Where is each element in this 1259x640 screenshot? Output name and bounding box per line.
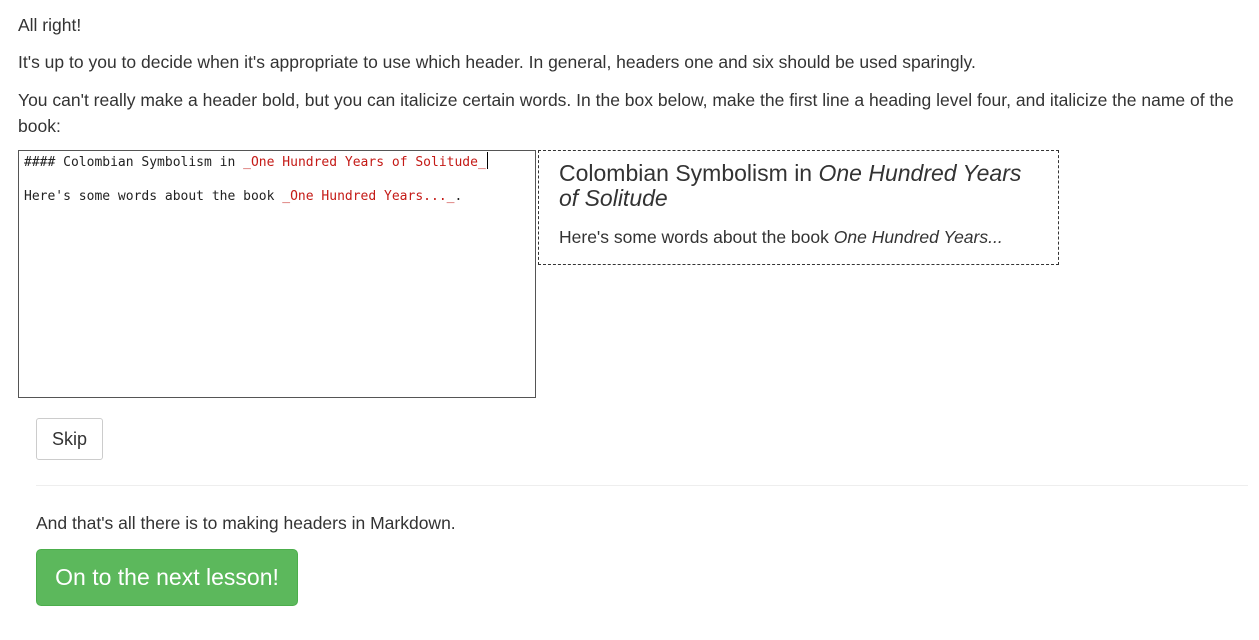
next-lesson-button[interactable]: On to the next lesson!	[36, 549, 298, 606]
preview-heading-text: Colombian Symbolism in	[559, 160, 819, 186]
skip-button[interactable]: Skip	[36, 418, 103, 460]
editor-line-2-emphasis: _One Hundred Years..._	[282, 189, 455, 204]
text-cursor	[486, 152, 488, 169]
editor-line-2-text: Here's some words about the book	[24, 189, 283, 204]
editor-line-1-emphasis: _One Hundred Years of Solitude_	[243, 155, 486, 170]
intro-paragraph-2: It's up to you to decide when it's appro…	[18, 52, 976, 72]
editor-line-1-text: #### Colombian Symbolism in	[24, 155, 244, 170]
preview-body-text: Here's some words about the book	[559, 227, 834, 247]
preview-body-emphasis: One Hundred Years...	[833, 227, 1003, 247]
intro-paragraph-1: All right!	[18, 15, 82, 35]
outro-text: And that's all there is to making header…	[36, 513, 456, 533]
preview-body: Here's some words about the book One Hun…	[559, 225, 1038, 249]
editor-line-2: Here's some words about the book _One Hu…	[24, 188, 462, 206]
lesson-page: All right! It's up to you to decide when…	[0, 0, 1259, 640]
editor-line-1: #### Colombian Symbolism in _One Hundred…	[24, 152, 488, 172]
section-divider	[36, 485, 1248, 486]
preview-heading: Colombian Symbolism in One Hundred Years…	[559, 161, 1038, 211]
markdown-preview: Colombian Symbolism in One Hundred Years…	[538, 150, 1059, 265]
editor-line-2-suffix: .	[454, 189, 463, 204]
intro-paragraph-3: You can't really make a header bold, but…	[18, 90, 1234, 136]
markdown-editor[interactable]: #### Colombian Symbolism in _One Hundred…	[18, 150, 536, 398]
